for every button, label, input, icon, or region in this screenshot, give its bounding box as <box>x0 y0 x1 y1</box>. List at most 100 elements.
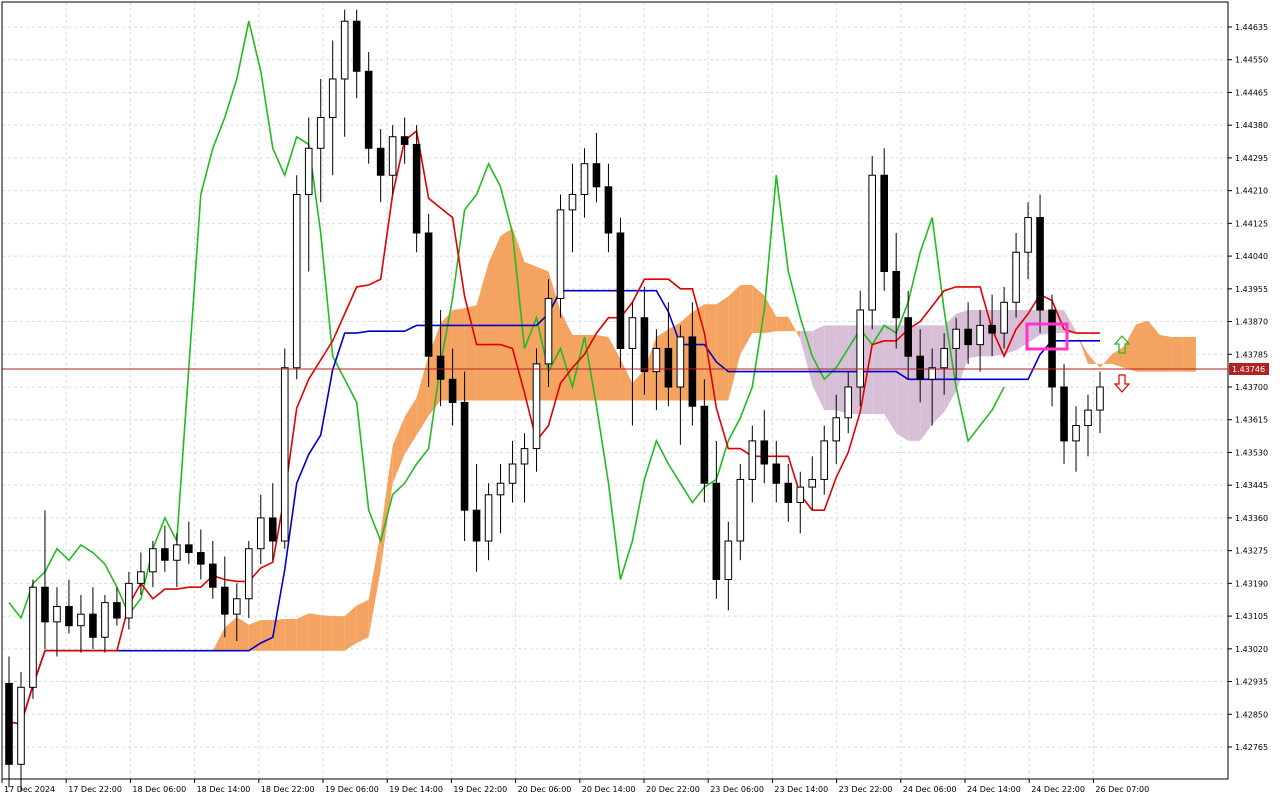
candle-body <box>940 347 948 369</box>
y-tick-label: 1.43615 <box>1235 416 1268 425</box>
cloud-segment <box>596 335 609 401</box>
y-tick-label: 1.44125 <box>1235 219 1268 228</box>
candle-body <box>736 478 745 542</box>
candle-body <box>760 440 769 465</box>
x-tick-label: 23 Dec 22:00 <box>839 785 893 794</box>
cloud-segment <box>716 296 729 401</box>
candle <box>292 175 301 380</box>
candle-body <box>652 347 661 373</box>
candle-body <box>784 482 793 504</box>
candle-body <box>65 605 73 627</box>
cloud-segment <box>1183 336 1196 372</box>
candle-body <box>412 143 421 234</box>
y-tick-label: 1.44465 <box>1235 88 1268 97</box>
x-tick-label: 20 Dec 14:00 <box>582 785 636 794</box>
candle-body <box>292 193 301 369</box>
candle-body <box>976 324 984 346</box>
candle-body <box>916 355 924 380</box>
cloud-segment <box>284 618 297 651</box>
candle-body <box>508 463 517 484</box>
candle-body <box>772 463 781 484</box>
y-tick-label: 1.44210 <box>1235 187 1268 196</box>
candle-body <box>556 209 565 299</box>
x-tick-label: 19 Dec 06:00 <box>325 785 379 794</box>
y-tick-label: 1.44550 <box>1235 56 1268 65</box>
y-tick-label: 1.43445 <box>1235 481 1268 490</box>
x-tick-label: 19 Dec 22:00 <box>453 785 507 794</box>
candle-body <box>1072 425 1080 442</box>
candle-body <box>221 586 229 615</box>
y-tick-label: 1.44040 <box>1235 252 1268 261</box>
candle-body <box>892 270 900 319</box>
candle-body <box>17 686 25 765</box>
candle-body <box>1084 409 1092 427</box>
y-tick-label: 1.42935 <box>1235 678 1268 687</box>
candle-body <box>173 544 181 561</box>
candle-body <box>904 317 912 357</box>
x-tick-label: 17 Dec 22:00 <box>68 785 122 794</box>
candle-body <box>244 548 253 600</box>
price-chart[interactable]: 1.44635 1.44550 1.44465 1.44380 1.44295 1.442… <box>0 0 1280 800</box>
cloud-segment <box>308 613 321 651</box>
y-tick-label: 1.44295 <box>1235 154 1268 163</box>
x-tick-label: 23 Dec 14:00 <box>774 785 828 794</box>
candle-body <box>256 517 265 550</box>
candle-body <box>424 232 433 357</box>
y-tick-label: 1.43785 <box>1235 350 1268 359</box>
y-tick-label: 1.43275 <box>1235 547 1268 556</box>
y-tick-label: 1.44635 <box>1235 23 1268 32</box>
candle-body <box>964 328 972 346</box>
x-tick-label: 24 Dec 14:00 <box>967 785 1021 794</box>
candle-body <box>880 174 888 272</box>
x-tick-label: 18 Dec 14:00 <box>197 785 251 794</box>
candle-body <box>628 317 637 349</box>
candle-body <box>688 336 697 407</box>
candle-body <box>1036 217 1044 311</box>
candle-body <box>53 605 61 623</box>
candle <box>280 348 289 549</box>
candle-body <box>700 405 709 484</box>
cloud-segment <box>776 316 789 332</box>
candle-body <box>1060 386 1068 442</box>
candle-body <box>185 544 193 554</box>
candle-body <box>664 347 673 388</box>
candle <box>868 155 877 330</box>
cloud-segment <box>320 615 333 651</box>
candle-body <box>544 297 553 365</box>
candle-body <box>952 328 960 349</box>
y-tick-label: 1.43700 <box>1235 383 1268 392</box>
candle-body <box>460 401 469 511</box>
candle-body <box>1000 301 1008 334</box>
candle-body <box>137 571 145 584</box>
cloud-segment <box>872 325 885 414</box>
candle-body <box>352 20 361 72</box>
candle-body <box>796 486 805 504</box>
candle-body <box>988 324 996 334</box>
candle-body <box>268 517 277 542</box>
candle-body <box>484 494 493 542</box>
candle-body <box>868 174 877 311</box>
candle-body <box>1096 386 1104 411</box>
candle-body <box>29 586 37 688</box>
cloud-segment <box>332 616 345 651</box>
candle-body <box>376 147 385 176</box>
cloud-segment <box>260 619 273 651</box>
candle-body <box>209 563 217 588</box>
candle-body <box>436 355 445 380</box>
candle-body <box>388 136 397 176</box>
candle-body <box>580 163 589 195</box>
candle-body <box>712 482 721 581</box>
candle-body <box>832 417 841 442</box>
cloud-segment <box>920 325 933 441</box>
x-tick-label: 18 Dec 06:00 <box>132 785 186 794</box>
candle-body <box>41 586 49 623</box>
cloud-segment <box>824 325 837 411</box>
x-tick-label: 23 Dec 06:00 <box>710 785 764 794</box>
cloud-segment <box>500 228 513 401</box>
candle-body <box>77 613 85 627</box>
candle-body <box>400 136 409 145</box>
x-tick-label: 17 Dec 2024 <box>4 785 55 794</box>
x-tick-label: 24 Dec 06:00 <box>903 785 957 794</box>
candle-body <box>532 363 541 450</box>
y-tick-label: 1.43955 <box>1235 285 1268 294</box>
